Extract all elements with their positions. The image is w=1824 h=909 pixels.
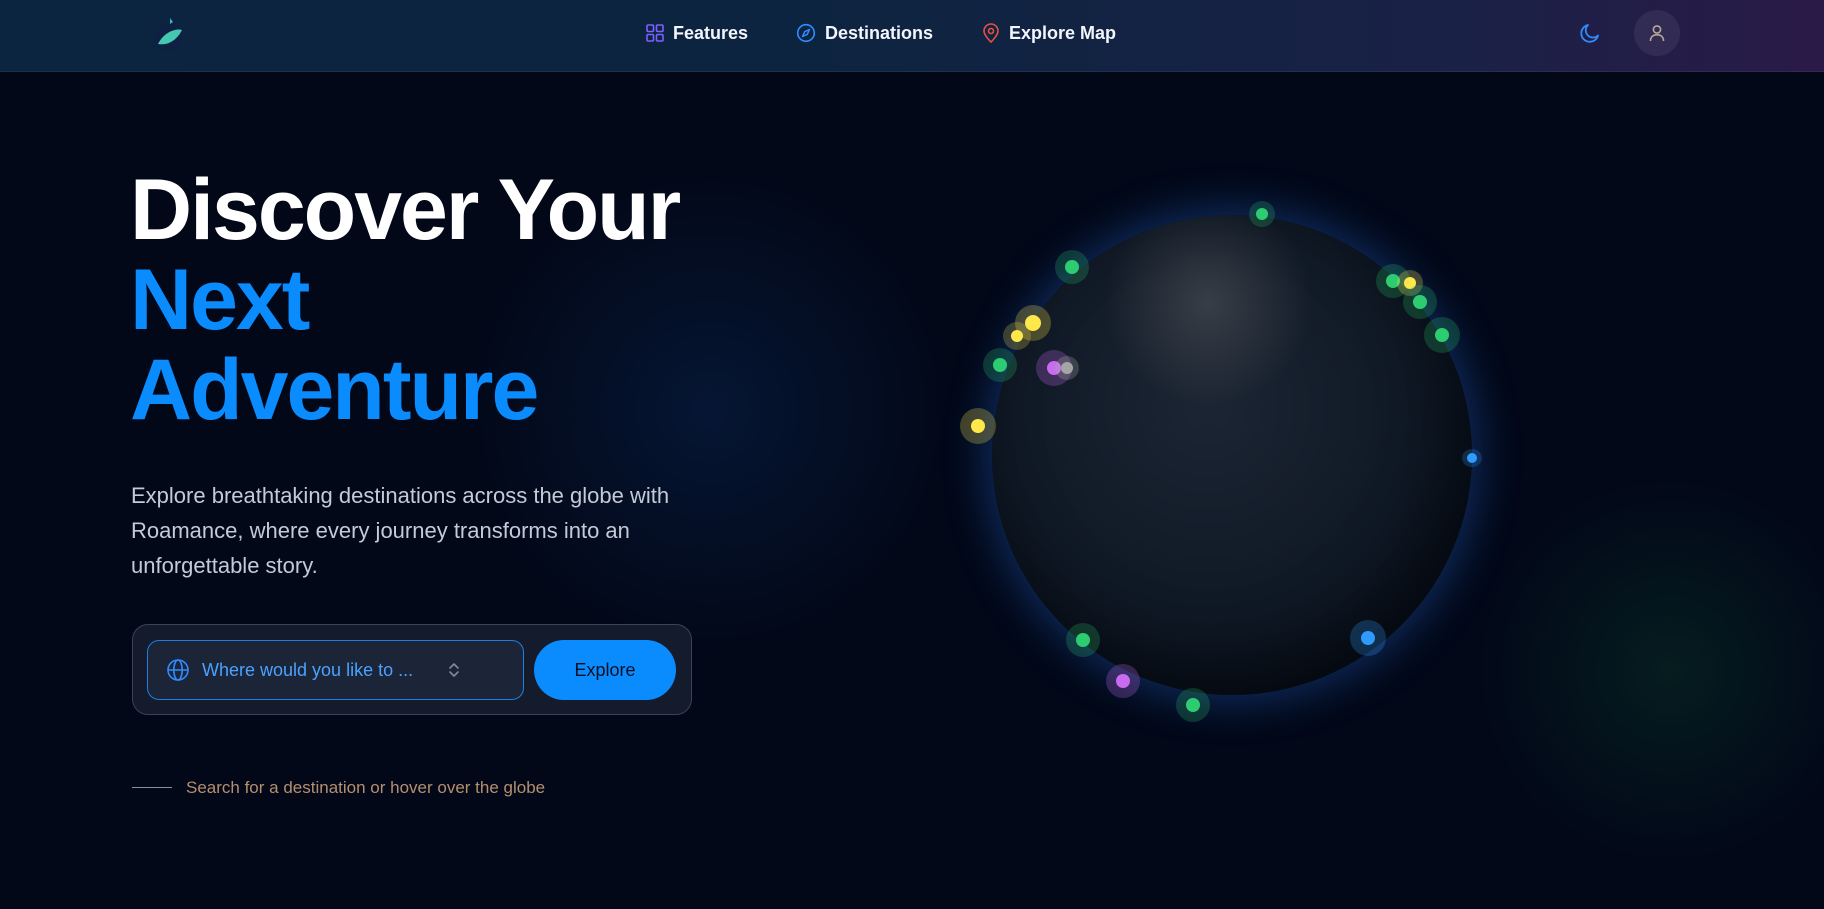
nav-label: Features [673, 22, 749, 43]
globe-marker[interactable] [1350, 620, 1386, 656]
hero-title-highlight: Adventure [130, 342, 539, 438]
hero-subtitle: Explore breathtaking destinations across… [131, 483, 670, 578]
hint-divider [132, 787, 172, 788]
destination-search-combobox[interactable] [147, 640, 524, 700]
hero-title-highlight: Next [130, 252, 310, 348]
user-account-button[interactable] [1634, 10, 1680, 56]
globe-marker[interactable] [983, 348, 1017, 382]
nav-label: Destinations [825, 22, 934, 43]
globe-marker[interactable] [1003, 322, 1031, 350]
roamance-logo[interactable] [150, 12, 186, 56]
globe-marker[interactable] [1403, 285, 1437, 319]
globe-icon [167, 659, 189, 681]
theme-toggle[interactable] [1578, 21, 1602, 45]
search-input[interactable] [202, 659, 432, 681]
globe-marker[interactable] [1106, 664, 1140, 698]
nav-destinations[interactable]: Destinations [796, 0, 933, 66]
globe-marker[interactable] [1055, 356, 1079, 380]
globe-marker[interactable] [1055, 250, 1089, 284]
globe-marker[interactable] [1462, 449, 1482, 467]
background-glow [1460, 460, 1824, 880]
nav-explore-map[interactable]: Explore Map [982, 0, 1116, 66]
globe-marker[interactable] [960, 408, 996, 444]
grid-icon [646, 24, 664, 42]
map-pin-icon [983, 23, 999, 43]
chevrons-up-down-icon[interactable] [446, 660, 462, 680]
top-navbar: Features Destinations Explore Map [0, 0, 1824, 72]
globe-marker[interactable] [1176, 688, 1210, 722]
user-icon [1649, 25, 1665, 42]
search-hint: Search for a destination or hover over t… [186, 778, 546, 797]
hero-title-line: Discover Your [130, 162, 681, 258]
explore-button[interactable]: Explore [534, 640, 676, 700]
nav-features[interactable]: Features [646, 0, 748, 66]
globe-marker[interactable] [1249, 201, 1275, 227]
compass-icon [796, 23, 816, 43]
globe-marker[interactable] [1424, 317, 1460, 353]
nav-label: Explore Map [1009, 22, 1117, 43]
globe-marker[interactable] [1066, 623, 1100, 657]
hero-title: Discover Your Next Adventure [130, 162, 681, 438]
moon-icon [1580, 24, 1599, 43]
